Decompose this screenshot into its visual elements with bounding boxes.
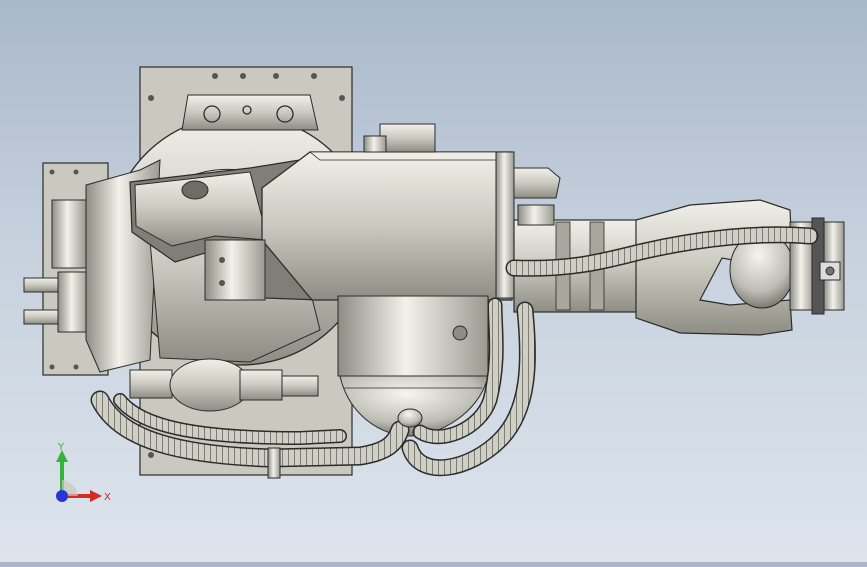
rear-bump [513,167,561,199]
upper-arm-housing [261,151,513,301]
x-axis-label: X [104,492,111,503]
upper-arm-side-cover [495,151,515,299]
top-connector [379,123,436,153]
3d-viewport[interactable]: Y X [0,0,867,562]
joint-motor [204,239,266,301]
side-motor-block [51,199,87,269]
hood-hole [181,180,209,200]
coordinate-triad: Y X [44,440,114,510]
z-axis-dot [56,490,68,502]
robot-model[interactable] [0,0,867,562]
y-axis-label: Y [57,442,65,453]
